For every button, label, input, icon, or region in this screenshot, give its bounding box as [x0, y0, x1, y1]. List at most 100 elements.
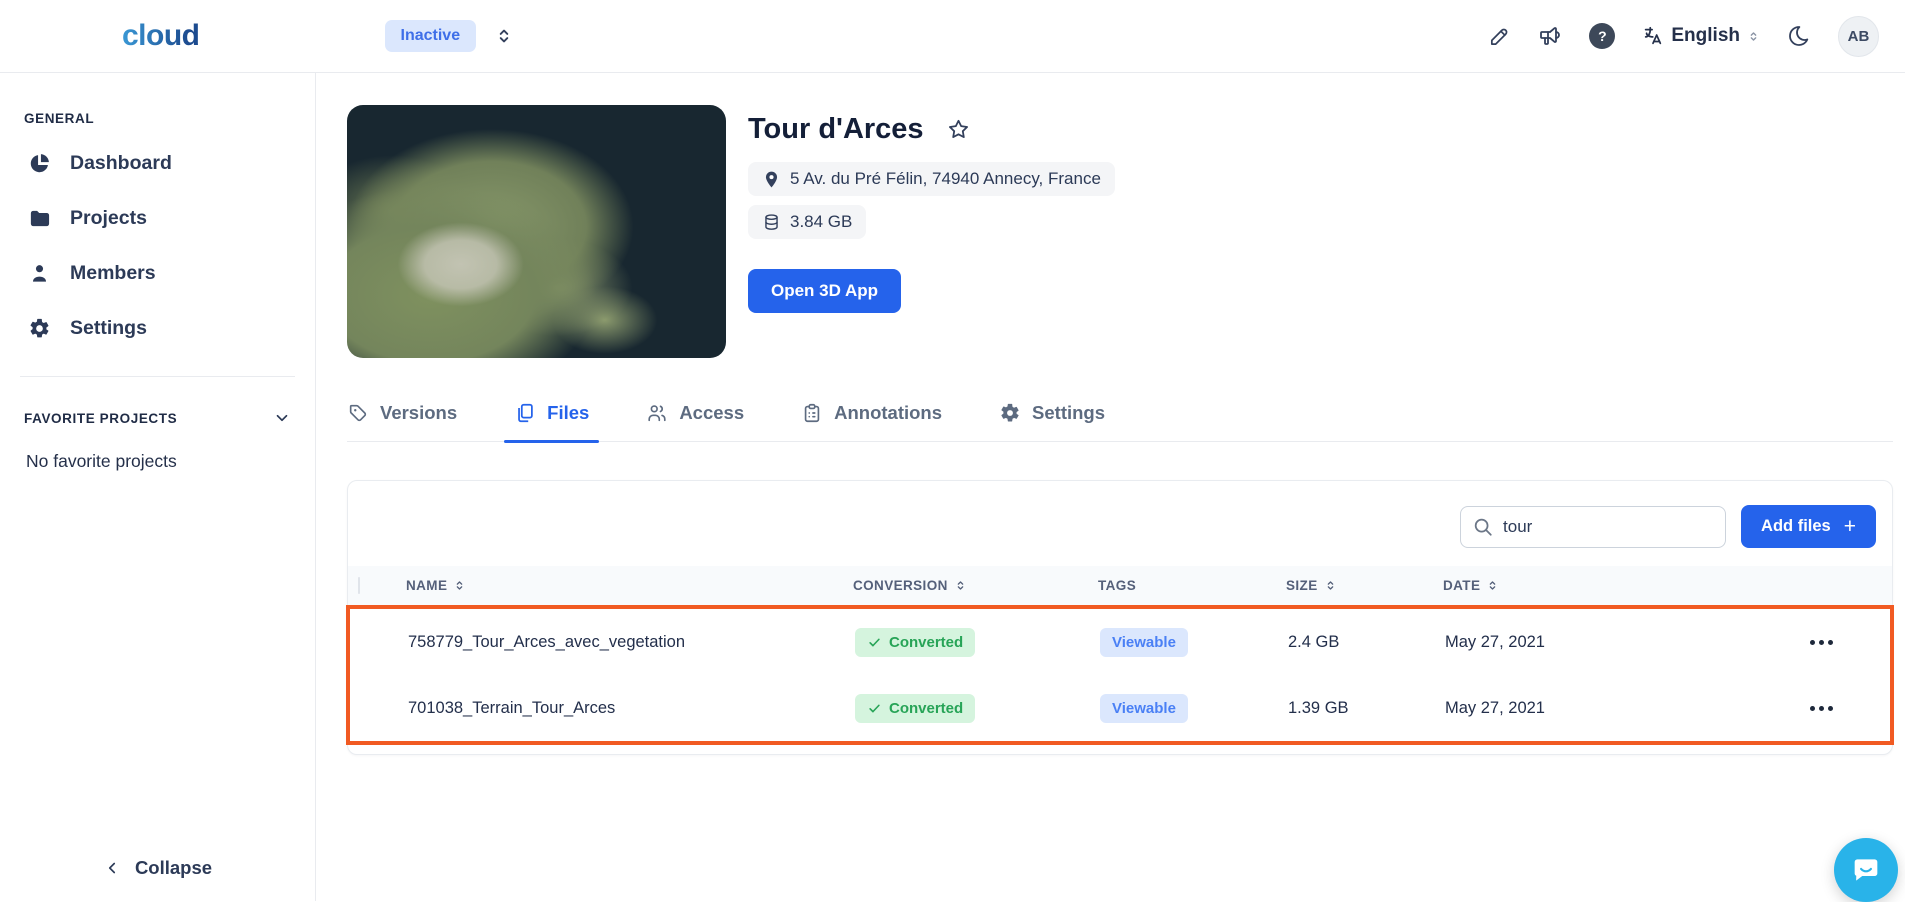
- topbar-actions: ? English AB: [1488, 16, 1879, 57]
- file-date: May 27, 2021: [1445, 699, 1806, 718]
- search-input[interactable]: [1460, 506, 1726, 548]
- open-3d-app-button[interactable]: Open 3D App: [748, 269, 901, 313]
- add-files-label: Add files: [1761, 517, 1831, 536]
- favorites-header: FAVORITE PROJECTS: [24, 409, 291, 427]
- search-icon: [1472, 516, 1494, 538]
- collapse-label: Collapse: [135, 857, 212, 879]
- page-title: Tour d'Arces: [748, 113, 924, 146]
- sidebar-divider: [20, 376, 295, 377]
- gear-icon: [999, 402, 1021, 424]
- conversion-status-badge: Converted: [855, 628, 975, 657]
- file-search: [1460, 506, 1726, 548]
- files-icon: [514, 402, 536, 424]
- chat-bubble-icon: [1850, 854, 1882, 886]
- highlighted-rows-annotation: 758779_Tour_Arces_avec_vegetation Conver…: [346, 605, 1894, 745]
- help-icon[interactable]: ?: [1589, 23, 1615, 49]
- project-thumbnail: [347, 105, 726, 358]
- main-content: Tour d'Arces 5 Av. du Pré Félin, 74940 A…: [316, 73, 1905, 901]
- sidebar-item-members[interactable]: Members: [24, 246, 291, 301]
- dashboard-pie-icon: [28, 152, 51, 175]
- sidebar-item-projects[interactable]: Projects: [24, 191, 291, 246]
- map-pin-icon: [762, 170, 781, 189]
- status-badge[interactable]: Inactive: [385, 20, 477, 52]
- announcements-megaphone-icon[interactable]: [1538, 24, 1562, 48]
- sidebar-item-label: Settings: [70, 317, 147, 340]
- favorite-star-icon[interactable]: [946, 117, 971, 142]
- sidebar-item-label: Dashboard: [70, 152, 172, 175]
- workspace-selector: Inactive: [385, 20, 515, 52]
- table-row[interactable]: 758779_Tour_Arces_avec_vegetation Conver…: [350, 609, 1890, 675]
- sidebar-item-label: Projects: [70, 207, 147, 230]
- app-logo: cloud: [122, 19, 200, 53]
- user-avatar[interactable]: AB: [1838, 16, 1879, 57]
- person-icon: [28, 262, 51, 285]
- tab-versions[interactable]: Versions: [347, 402, 457, 441]
- file-date: May 27, 2021: [1445, 633, 1806, 652]
- column-header-tags: TAGS: [1098, 578, 1286, 593]
- tab-annotations[interactable]: Annotations: [801, 402, 942, 441]
- tab-label: Annotations: [834, 402, 942, 424]
- sidebar-collapse-button[interactable]: Collapse: [0, 857, 315, 879]
- project-meta: Tour d'Arces 5 Av. du Pré Félin, 74940 A…: [748, 105, 1115, 358]
- sidebar-item-label: Members: [70, 262, 156, 285]
- chevron-down-icon[interactable]: [273, 409, 291, 427]
- workspace-switch-chevrons-icon[interactable]: [494, 26, 514, 46]
- project-address-pill: 5 Av. du Pré Félin, 74940 Annecy, France: [748, 162, 1115, 196]
- tab-files[interactable]: Files: [514, 402, 589, 441]
- gear-icon: [28, 317, 51, 340]
- project-header: Tour d'Arces 5 Av. du Pré Félin, 74940 A…: [347, 105, 1893, 358]
- plus-icon: +: [1844, 516, 1856, 537]
- sidebar-section-general: GENERAL: [24, 111, 291, 126]
- project-tabs: Versions Files Access Annotations Settin…: [347, 402, 1893, 442]
- favorites-empty-text: No favorite projects: [24, 451, 291, 472]
- language-label: English: [1671, 25, 1740, 47]
- tab-label: Versions: [380, 402, 457, 424]
- language-icon: [1642, 25, 1664, 47]
- conversion-status-badge: Converted: [855, 694, 975, 723]
- language-switcher[interactable]: English: [1642, 25, 1760, 47]
- clipboard-icon: [801, 402, 823, 424]
- file-size: 1.39 GB: [1288, 699, 1445, 718]
- sidebar-section-favorites: FAVORITE PROJECTS: [24, 411, 177, 426]
- tab-settings[interactable]: Settings: [999, 402, 1105, 441]
- project-storage: 3.84 GB: [790, 212, 852, 232]
- add-files-button[interactable]: Add files +: [1741, 505, 1876, 548]
- check-icon: [867, 635, 882, 650]
- files-panel: Add files + NAME CONVERSION TAGS: [347, 480, 1893, 755]
- folder-icon: [28, 207, 51, 230]
- column-header-name[interactable]: NAME: [406, 578, 853, 593]
- sidebar-item-settings[interactable]: Settings: [24, 301, 291, 356]
- sort-icon: [1324, 579, 1337, 592]
- file-name: 701038_Terrain_Tour_Arces: [408, 699, 855, 718]
- table-header: NAME CONVERSION TAGS SIZE DATE: [348, 566, 1892, 605]
- topbar: cloud Inactive ? English AB: [0, 0, 1905, 73]
- chat-widget-button[interactable]: [1834, 838, 1898, 902]
- sidebar-nav: Dashboard Projects Members Settings: [24, 136, 291, 356]
- project-address: 5 Av. du Pré Félin, 74940 Annecy, France: [790, 169, 1101, 189]
- edit-pencil-icon[interactable]: [1488, 25, 1511, 48]
- row-actions-menu-icon[interactable]: [1806, 632, 1837, 653]
- sort-icon: [453, 579, 466, 592]
- tab-label: Files: [547, 402, 589, 424]
- table-row[interactable]: 701038_Terrain_Tour_Arces Converted View…: [350, 675, 1890, 741]
- column-header-date[interactable]: DATE: [1443, 578, 1808, 593]
- sidebar: GENERAL Dashboard Projects Members: [0, 73, 316, 901]
- sidebar-item-dashboard[interactable]: Dashboard: [24, 136, 291, 191]
- dark-mode-moon-icon[interactable]: [1787, 24, 1811, 48]
- column-header-conversion[interactable]: CONVERSION: [853, 578, 1098, 593]
- file-name: 758779_Tour_Arces_avec_vegetation: [408, 633, 855, 652]
- tag-badge: Viewable: [1100, 628, 1188, 657]
- sort-icon: [954, 579, 967, 592]
- tag-badge: Viewable: [1100, 694, 1188, 723]
- tab-label: Access: [679, 402, 744, 424]
- row-actions-menu-icon[interactable]: [1806, 698, 1837, 719]
- language-chevrons-icon: [1747, 30, 1760, 43]
- sort-icon: [1486, 579, 1499, 592]
- database-icon: [762, 213, 781, 232]
- column-header-size[interactable]: SIZE: [1286, 578, 1443, 593]
- select-all-checkbox[interactable]: [358, 577, 360, 594]
- users-icon: [646, 402, 668, 424]
- tab-access[interactable]: Access: [646, 402, 744, 441]
- chevron-left-icon: [103, 859, 121, 877]
- files-toolbar: Add files +: [348, 481, 1892, 566]
